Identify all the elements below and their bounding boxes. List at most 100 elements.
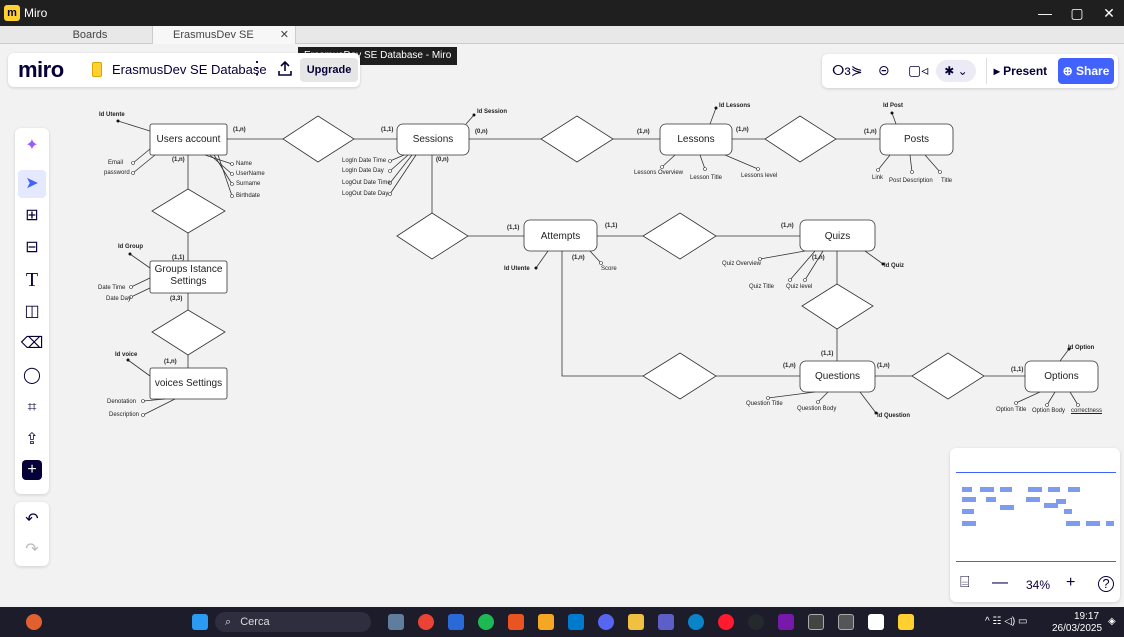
attr-id-voice: Id voice xyxy=(115,352,138,358)
chat-icon[interactable]: ⊝ xyxy=(878,62,890,79)
redo-icon[interactable]: ↷ xyxy=(18,536,46,564)
tab-board[interactable]: ErasmusDev SE Databas... ✕ xyxy=(152,26,296,59)
tab-boards-label: Boards xyxy=(72,29,108,41)
attr-id-question: Id Question xyxy=(877,413,910,419)
reactions-icon[interactable]: ⵔɜ⋟ xyxy=(832,62,863,79)
search-icon: ⌕ xyxy=(225,616,232,628)
zoom-out-button[interactable]: — xyxy=(992,574,1008,592)
text-tool-icon[interactable]: T xyxy=(18,266,46,294)
board-icon xyxy=(92,62,102,77)
discord-icon[interactable] xyxy=(598,614,614,630)
card: (1,n) xyxy=(164,359,177,365)
attr-score: Score xyxy=(601,266,617,272)
card: (0,n) xyxy=(436,157,449,163)
close-window-button[interactable]: ✕ xyxy=(1094,3,1124,23)
notification-icon[interactable] xyxy=(26,614,42,630)
card: (1,n) xyxy=(864,129,877,135)
card: (1,1) xyxy=(381,127,394,133)
close-tab-icon[interactable]: ✕ xyxy=(280,26,289,44)
attr-date-day: Date Day xyxy=(106,296,132,302)
sticky-note-icon[interactable]: ◫ xyxy=(18,298,46,326)
clock-time[interactable]: 19:17 xyxy=(1074,611,1099,622)
card: (1,n) xyxy=(781,223,794,229)
card: (1,1) xyxy=(821,351,834,357)
templates-icon[interactable]: ⊞ xyxy=(18,202,46,230)
terminal-icon[interactable] xyxy=(808,614,824,630)
export-icon[interactable] xyxy=(276,60,294,78)
taskbar: ⌕ Cerca ^ ☷ ◁) ▭ 19:17 26/03/2025 ◈ xyxy=(0,607,1124,637)
card: (1,n) xyxy=(736,127,749,133)
entity-groups-label: Groups Istance Settings xyxy=(154,264,223,287)
entity-attempts-label: Attempts xyxy=(540,231,581,242)
help-button[interactable]: ? xyxy=(1098,576,1114,592)
store-icon[interactable] xyxy=(448,614,464,630)
tab-boards[interactable]: Boards xyxy=(40,26,140,44)
minimap-viewport[interactable] xyxy=(956,472,1116,562)
minimap[interactable]: ⌸ — 34% + ? xyxy=(950,448,1120,602)
more-options-button[interactable]: ⋮ xyxy=(248,58,266,79)
creation-toolbar: ✦ ➤ ⊞ ⊟ T ◫ ⌫ ◯ ⌗ ⇪ + xyxy=(15,128,49,494)
eraser-icon[interactable]: ⌫ xyxy=(18,330,46,358)
select-tool-icon[interactable]: ➤ xyxy=(18,170,46,198)
zoom-in-button[interactable]: + xyxy=(1066,574,1075,592)
folder-icon[interactable] xyxy=(628,614,644,630)
collaboration-bar: ⵔɜ⋟ ⊝ ▢◃ ✱ ⌄ ▸ Present ⊕ Share xyxy=(822,54,1118,88)
attr-id-session: Id Session xyxy=(477,109,508,115)
minimize-button[interactable]: — xyxy=(1030,3,1060,23)
ubuntu-icon[interactable] xyxy=(508,614,524,630)
attr-name: Name xyxy=(236,161,253,167)
comment-icon[interactable]: ◯ xyxy=(18,362,46,390)
attr-email: Email xyxy=(108,160,124,166)
system-tray[interactable]: ^ ☷ ◁) ▭ xyxy=(985,616,1027,627)
card: (1,n) xyxy=(877,363,890,369)
notion-icon[interactable] xyxy=(868,614,884,630)
entity-voices-label: voices Settings xyxy=(154,378,223,389)
xampp-icon[interactable] xyxy=(538,614,554,630)
attr-denotation: Denotation xyxy=(107,399,137,405)
present-button[interactable]: ▸ Present xyxy=(986,58,1054,84)
attr-id-quiz: Id Quiz xyxy=(884,263,904,269)
board-name[interactable]: ErasmusDev SE Database xyxy=(112,62,267,77)
attr-title: Title xyxy=(941,178,953,184)
attr-option-title: Option Title xyxy=(996,407,1027,413)
attr-login-time: LogIn Date Time xyxy=(342,158,387,164)
opera-icon[interactable] xyxy=(718,614,734,630)
github-icon[interactable] xyxy=(748,614,764,630)
card: (1,1) xyxy=(172,255,185,261)
share-button[interactable]: ⊕ Share xyxy=(1058,58,1114,84)
attr-correctness: correctness xyxy=(1071,408,1103,414)
upload-icon[interactable]: ⇪ xyxy=(18,426,46,454)
frame-layout-icon[interactable]: ⊟ xyxy=(18,234,46,262)
maximize-button[interactable]: ▢ xyxy=(1062,3,1092,23)
edge-icon[interactable] xyxy=(688,614,704,630)
video-icon[interactable]: ▢◃ xyxy=(908,62,928,79)
calendar-icon[interactable] xyxy=(838,614,854,630)
task-view-icon[interactable] xyxy=(388,614,404,630)
frame-tool-icon[interactable]: ⌗ xyxy=(18,394,46,422)
notifications-icon[interactable]: ◈ xyxy=(1108,616,1116,627)
undo-icon[interactable]: ↶ xyxy=(18,506,46,534)
attr-id-lessons: Id Lessons xyxy=(719,103,751,109)
tabs-bar: Boards ErasmusDev SE Databas... ✕ xyxy=(0,26,1124,59)
add-more-icon[interactable]: + xyxy=(22,460,42,480)
attr-id-utente-attempt: Id Utente xyxy=(504,266,530,272)
onenote-icon[interactable] xyxy=(778,614,794,630)
app-name: Miro xyxy=(24,6,48,20)
ai-sparkle-icon[interactable]: ✦ xyxy=(18,132,46,160)
miro-taskbar-icon[interactable] xyxy=(898,614,914,630)
upgrade-button[interactable]: Upgrade xyxy=(300,58,358,82)
chrome-icon[interactable] xyxy=(418,614,434,630)
entity-users-label: Users account xyxy=(156,134,221,145)
start-icon[interactable] xyxy=(192,614,208,630)
vscode-icon[interactable] xyxy=(568,614,584,630)
fit-to-screen-icon[interactable]: ⌸ xyxy=(960,574,970,592)
card: (1,n) xyxy=(783,363,796,369)
spotify-icon[interactable] xyxy=(478,614,494,630)
zoom-level[interactable]: 34% xyxy=(1026,578,1050,592)
miro-logo[interactable]: miro xyxy=(18,57,64,83)
teams-icon[interactable] xyxy=(658,614,674,630)
taskbar-search[interactable]: ⌕ Cerca xyxy=(215,612,371,632)
avatar[interactable]: ✱ ⌄ xyxy=(936,60,976,82)
card: (1,n) xyxy=(637,129,650,135)
clock-date[interactable]: 26/03/2025 xyxy=(1052,623,1102,634)
